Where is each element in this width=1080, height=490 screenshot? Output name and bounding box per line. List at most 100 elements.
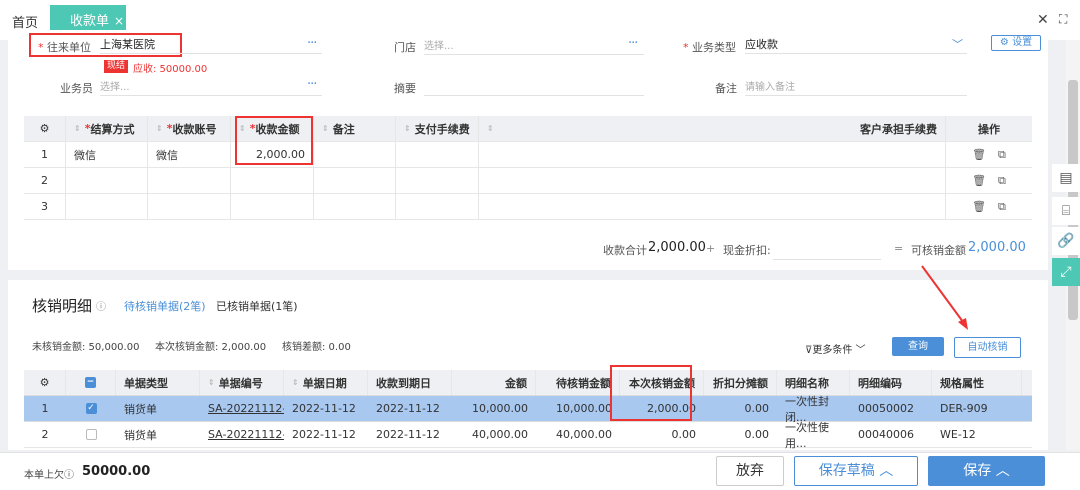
doc-no-link[interactable]: SA-20221112-( bbox=[200, 422, 284, 447]
tab-pending[interactable]: 待核销单据(2笔) bbox=[124, 298, 206, 314]
store-more-icon[interactable]: ··· bbox=[628, 36, 638, 51]
query-button[interactable]: 查询 bbox=[892, 337, 944, 356]
discount-input[interactable] bbox=[773, 240, 881, 260]
col-due-date[interactable]: 收款到期日 bbox=[368, 370, 452, 395]
method-cell[interactable] bbox=[66, 168, 148, 193]
this-writeoff-highlight bbox=[610, 365, 692, 421]
col-account[interactable]: ⇕ * 收款账号 bbox=[148, 116, 231, 141]
remark-field[interactable]: 请输入备注 bbox=[745, 78, 967, 96]
summary-field[interactable] bbox=[424, 78, 644, 96]
col-doc-no[interactable]: ⇕ 单据编号 bbox=[200, 370, 284, 395]
help-icon[interactable]: ⓘ bbox=[64, 470, 74, 481]
delete-icon[interactable]: 🗑 bbox=[972, 174, 986, 187]
staff-more-icon[interactable]: ··· bbox=[307, 77, 317, 92]
remark-cell[interactable] bbox=[314, 194, 396, 219]
account-cell[interactable]: 微信 bbox=[148, 142, 231, 167]
col-spec[interactable]: 规格属性 bbox=[932, 370, 1022, 395]
customer-fee-cell[interactable] bbox=[479, 194, 946, 219]
customer-fee-cell[interactable] bbox=[479, 142, 946, 167]
method-cell[interactable] bbox=[66, 194, 148, 219]
due-date: 2022-11-12 bbox=[376, 402, 440, 415]
amount-highlight bbox=[235, 116, 313, 165]
staff-field[interactable]: 选择... bbox=[100, 78, 322, 96]
select-all-checkbox[interactable]: − bbox=[66, 370, 116, 395]
col-item-name[interactable]: 明细名称 bbox=[777, 370, 850, 395]
tab-done[interactable]: 已核销单据(1笔) bbox=[216, 298, 298, 314]
col-method[interactable]: ⇕ * 结算方式 bbox=[66, 116, 148, 141]
store-field[interactable]: 选择... bbox=[424, 37, 644, 55]
row-index: 1 bbox=[24, 142, 66, 167]
link-icon[interactable]: 🔗 bbox=[1052, 227, 1080, 255]
fee-cell[interactable] bbox=[396, 168, 479, 193]
col-doc-date[interactable]: ⇕ 单据日期 bbox=[284, 370, 368, 395]
detail-column-settings-icon[interactable]: ⚙ bbox=[24, 370, 66, 395]
copy-icon[interactable]: ⧉ bbox=[998, 200, 1006, 214]
close-window-icon[interactable]: ✕ bbox=[1037, 12, 1049, 28]
row-index: 3 bbox=[24, 194, 66, 219]
chevron-down-icon: ﹀ bbox=[855, 345, 866, 356]
col-customer-fee[interactable]: ⇕ 客户承担手续费 bbox=[479, 116, 946, 141]
receivable-amount: 应收: 50000.00 bbox=[133, 64, 208, 75]
col-discount[interactable]: 折扣分摊额 bbox=[704, 370, 777, 395]
account-cell[interactable] bbox=[148, 194, 231, 219]
remark-cell[interactable] bbox=[314, 142, 396, 167]
partner-label: * 往来单位 bbox=[38, 41, 91, 54]
biz-type-select[interactable]: 应收款 bbox=[745, 36, 967, 54]
table-row[interactable]: 1 ✓ 销货单 SA-20221112-( 2022-11-12 2022-11… bbox=[24, 395, 1032, 424]
method-cell[interactable]: 微信 bbox=[66, 142, 148, 167]
column-settings-icon[interactable]: ⚙ bbox=[24, 116, 66, 141]
discount: 0.00 bbox=[744, 402, 770, 415]
save-button[interactable]: 保存 ︿ bbox=[928, 456, 1045, 486]
row-checkbox[interactable]: ✓ bbox=[66, 396, 116, 421]
col-remark[interactable]: ⇕ 备注 bbox=[314, 116, 396, 141]
account-cell[interactable] bbox=[148, 168, 231, 193]
partner-more-icon[interactable]: ··· bbox=[307, 36, 317, 51]
gear-icon: ⚙ bbox=[999, 37, 1009, 48]
fullscreen-icon[interactable]: ⛶ bbox=[1059, 12, 1067, 27]
delete-icon[interactable]: 🗑 bbox=[972, 148, 986, 161]
row-checkbox[interactable] bbox=[66, 422, 116, 447]
copy-icon[interactable]: ⧉ bbox=[998, 148, 1006, 162]
footer-bar bbox=[0, 452, 1080, 490]
doc-date: 2022-11-12 bbox=[292, 428, 356, 441]
table-row[interactable]: 2 销货单 SA-20221112-( 2022-11-12 2022-11-1… bbox=[24, 421, 1032, 450]
item-code: 00050002 bbox=[858, 402, 914, 415]
col-item-code[interactable]: 明细编码 bbox=[850, 370, 932, 395]
copy-icon[interactable]: ⧉ bbox=[998, 174, 1006, 188]
settings-button[interactable]: ⚙ 设置 bbox=[991, 35, 1041, 51]
this-writeoff-input[interactable]: 0.00 bbox=[620, 422, 704, 447]
table-row: 1 微信 微信 2,000.00 🗑 ⧉ bbox=[24, 142, 1032, 168]
inbox-icon[interactable]: ⌸ bbox=[1052, 197, 1080, 225]
auto-writeoff-button[interactable]: 自动核销 bbox=[954, 337, 1021, 358]
save-draft-button[interactable]: 保存草稿 ︿ bbox=[794, 456, 918, 486]
fee-cell[interactable] bbox=[396, 142, 479, 167]
close-tab-icon[interactable]: × bbox=[114, 14, 124, 28]
doc-type: 销货单 bbox=[124, 402, 157, 416]
partner-field[interactable]: 上海某医院 bbox=[100, 36, 322, 54]
chevron-up-icon: ︿ bbox=[879, 463, 894, 479]
help-icon[interactable]: ⓘ bbox=[96, 298, 106, 313]
fee-cell[interactable] bbox=[396, 194, 479, 219]
tab-home[interactable]: 首页 bbox=[12, 12, 38, 31]
doc-no-link[interactable]: SA-20221112-( bbox=[200, 396, 284, 421]
form-icon[interactable]: ▤ bbox=[1052, 164, 1080, 192]
discard-button[interactable]: 放弃 bbox=[716, 456, 784, 486]
more-filter[interactable]: ⊽更多条件 ﹀ bbox=[805, 341, 866, 356]
customer-fee-cell[interactable] bbox=[479, 168, 946, 193]
expand-icon[interactable]: ⤢ bbox=[1052, 258, 1080, 286]
amount-cell[interactable] bbox=[231, 168, 314, 193]
col-fee[interactable]: ⇕ 支付手续费 bbox=[396, 116, 479, 141]
delete-icon[interactable]: 🗑 bbox=[972, 200, 986, 213]
unpaid-amount: 未核销金额: 50,000.00 bbox=[32, 342, 140, 353]
writeoff-available-label: 可核销金额 bbox=[911, 244, 966, 257]
col-pending[interactable]: 待核销金额 bbox=[536, 370, 620, 395]
row-actions: 🗑 ⧉ bbox=[946, 194, 1032, 219]
writeoff-available-value: 2,000.00 bbox=[968, 240, 1026, 255]
col-amount[interactable]: 金额 bbox=[452, 370, 536, 395]
chevron-down-icon[interactable]: ﹀ bbox=[952, 36, 963, 52]
chevron-up-icon: ︿ bbox=[995, 463, 1010, 479]
this-amount: 本次核销金额: 2,000.00 bbox=[155, 342, 267, 353]
remark-cell[interactable] bbox=[314, 168, 396, 193]
amount-cell[interactable] bbox=[231, 194, 314, 219]
col-doc-type[interactable]: 单据类型 bbox=[116, 370, 200, 395]
